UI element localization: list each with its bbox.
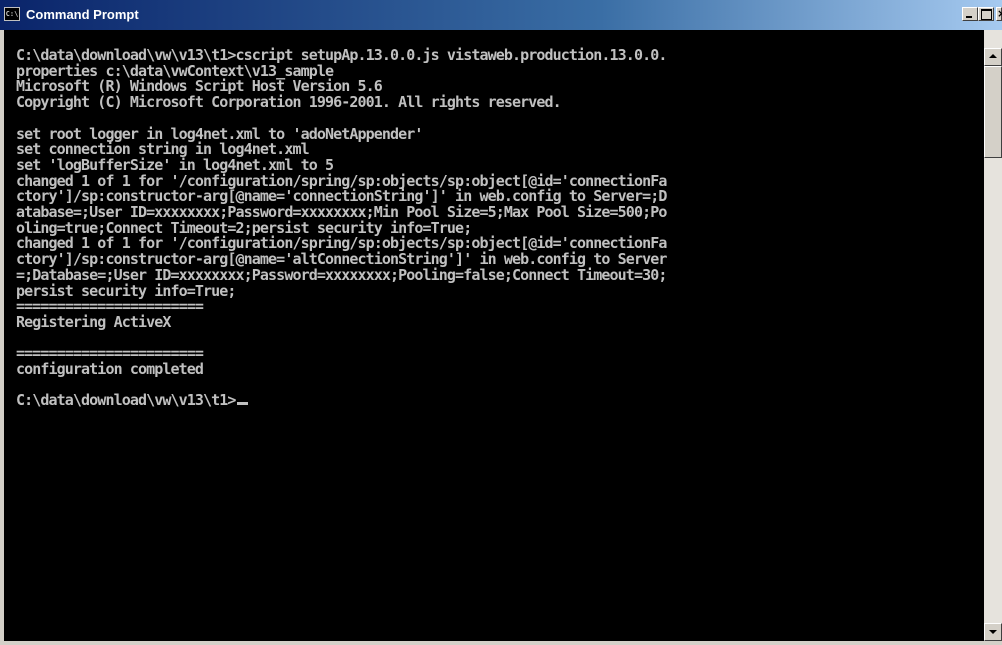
arrow-down-icon: [989, 630, 997, 634]
maximize-icon: [981, 9, 992, 20]
console-line: configuration completed: [16, 360, 204, 379]
console-line: Registering ActiveX: [16, 312, 171, 331]
scroll-up-button[interactable]: [984, 48, 1002, 66]
title-bar[interactable]: C:\ Command Prompt ×: [0, 0, 1002, 30]
console-app-icon[interactable]: C:\: [4, 7, 20, 21]
text-cursor: [236, 402, 248, 406]
console-output: C:\data\download\vw\v13\t1>cscript setup…: [16, 46, 667, 410]
console-area[interactable]: C:\data\download\vw\v13\t1>cscript setup…: [4, 30, 984, 641]
command-prompt: C:\data\download\vw\v13\t1>: [16, 391, 236, 410]
scroll-down-button[interactable]: [984, 623, 1002, 641]
close-button[interactable]: ×: [996, 7, 1002, 21]
arrow-up-icon: [989, 54, 997, 58]
maximize-button[interactable]: [978, 7, 994, 21]
command-prompt-window: C:\ Command Prompt × C:\data\download\vw…: [0, 0, 1002, 645]
console-lines: C:\data\download\vw\v13\t1>cscript setup…: [16, 46, 667, 379]
scrollbar-thumb[interactable]: [984, 66, 1002, 158]
minimize-button[interactable]: [962, 7, 978, 21]
console-line: Copyright (C) Microsoft Corporation 1996…: [16, 93, 562, 112]
close-icon: ×: [997, 7, 1002, 20]
vertical-scrollbar[interactable]: [984, 30, 1002, 641]
window-bottom-border: [0, 641, 1002, 645]
minimize-icon: [966, 16, 972, 18]
window-title: Command Prompt: [26, 7, 139, 22]
